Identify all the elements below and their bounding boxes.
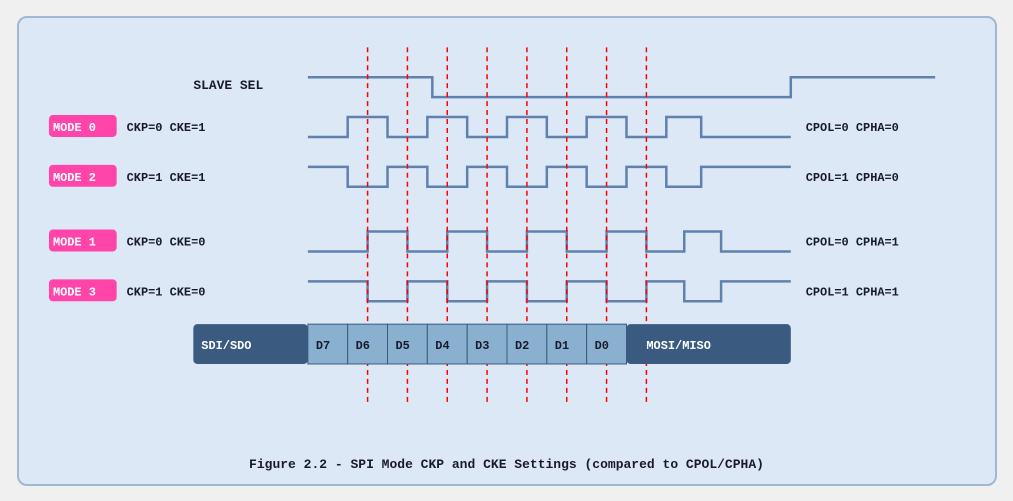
mode1-badge-text: MODE 1 [52,235,95,249]
data-mosi-miso-label: MOSI/MISO [646,339,710,353]
mode2-cpol-cpha: CPOL=1 CPHA=0 [805,170,898,184]
data-d0-label: D0 [594,339,608,353]
mode2-badge-text: MODE 2 [52,170,95,184]
slave-sel-waveform [307,77,934,97]
main-container: text { font-family: 'Courier New', Couri… [17,16,997,486]
diagram-area: text { font-family: 'Courier New', Couri… [39,36,975,447]
data-d1-label: D1 [554,339,568,353]
mode0-params: CKP=0 CKE=1 [126,120,205,134]
mode3-cpol-cpha: CPOL=1 CPHA=1 [805,285,898,299]
mode2-waveform [307,166,790,186]
data-d5-label: D5 [395,339,409,353]
mode2-params: CKP=1 CKE=1 [126,170,205,184]
mode3-badge-text: MODE 3 [52,285,95,299]
mode1-params: CKP=0 CKE=0 [126,235,205,249]
mode1-waveform [307,231,790,251]
data-d7-label: D7 [315,339,329,353]
mode1-cpol-cpha: CPOL=0 CPHA=1 [805,235,898,249]
data-sdi-sdo-label: SDI/SDO [201,339,251,353]
slave-sel-label: SLAVE SEL [193,78,263,93]
mode3-params: CKP=1 CKE=0 [126,285,205,299]
figure-caption: Figure 2.2 - SPI Mode CKP and CKE Settin… [39,457,975,472]
mode0-badge-text: MODE 0 [52,120,95,134]
data-d6-label: D6 [355,339,369,353]
data-d2-label: D2 [514,339,528,353]
data-d4-label: D4 [435,339,449,353]
mode3-waveform [307,281,790,301]
mode0-cpol-cpha: CPOL=0 CPHA=0 [805,120,898,134]
diagram-svg: text { font-family: 'Courier New', Couri… [39,36,975,447]
mode0-waveform [307,117,790,137]
data-d3-label: D3 [475,339,489,353]
